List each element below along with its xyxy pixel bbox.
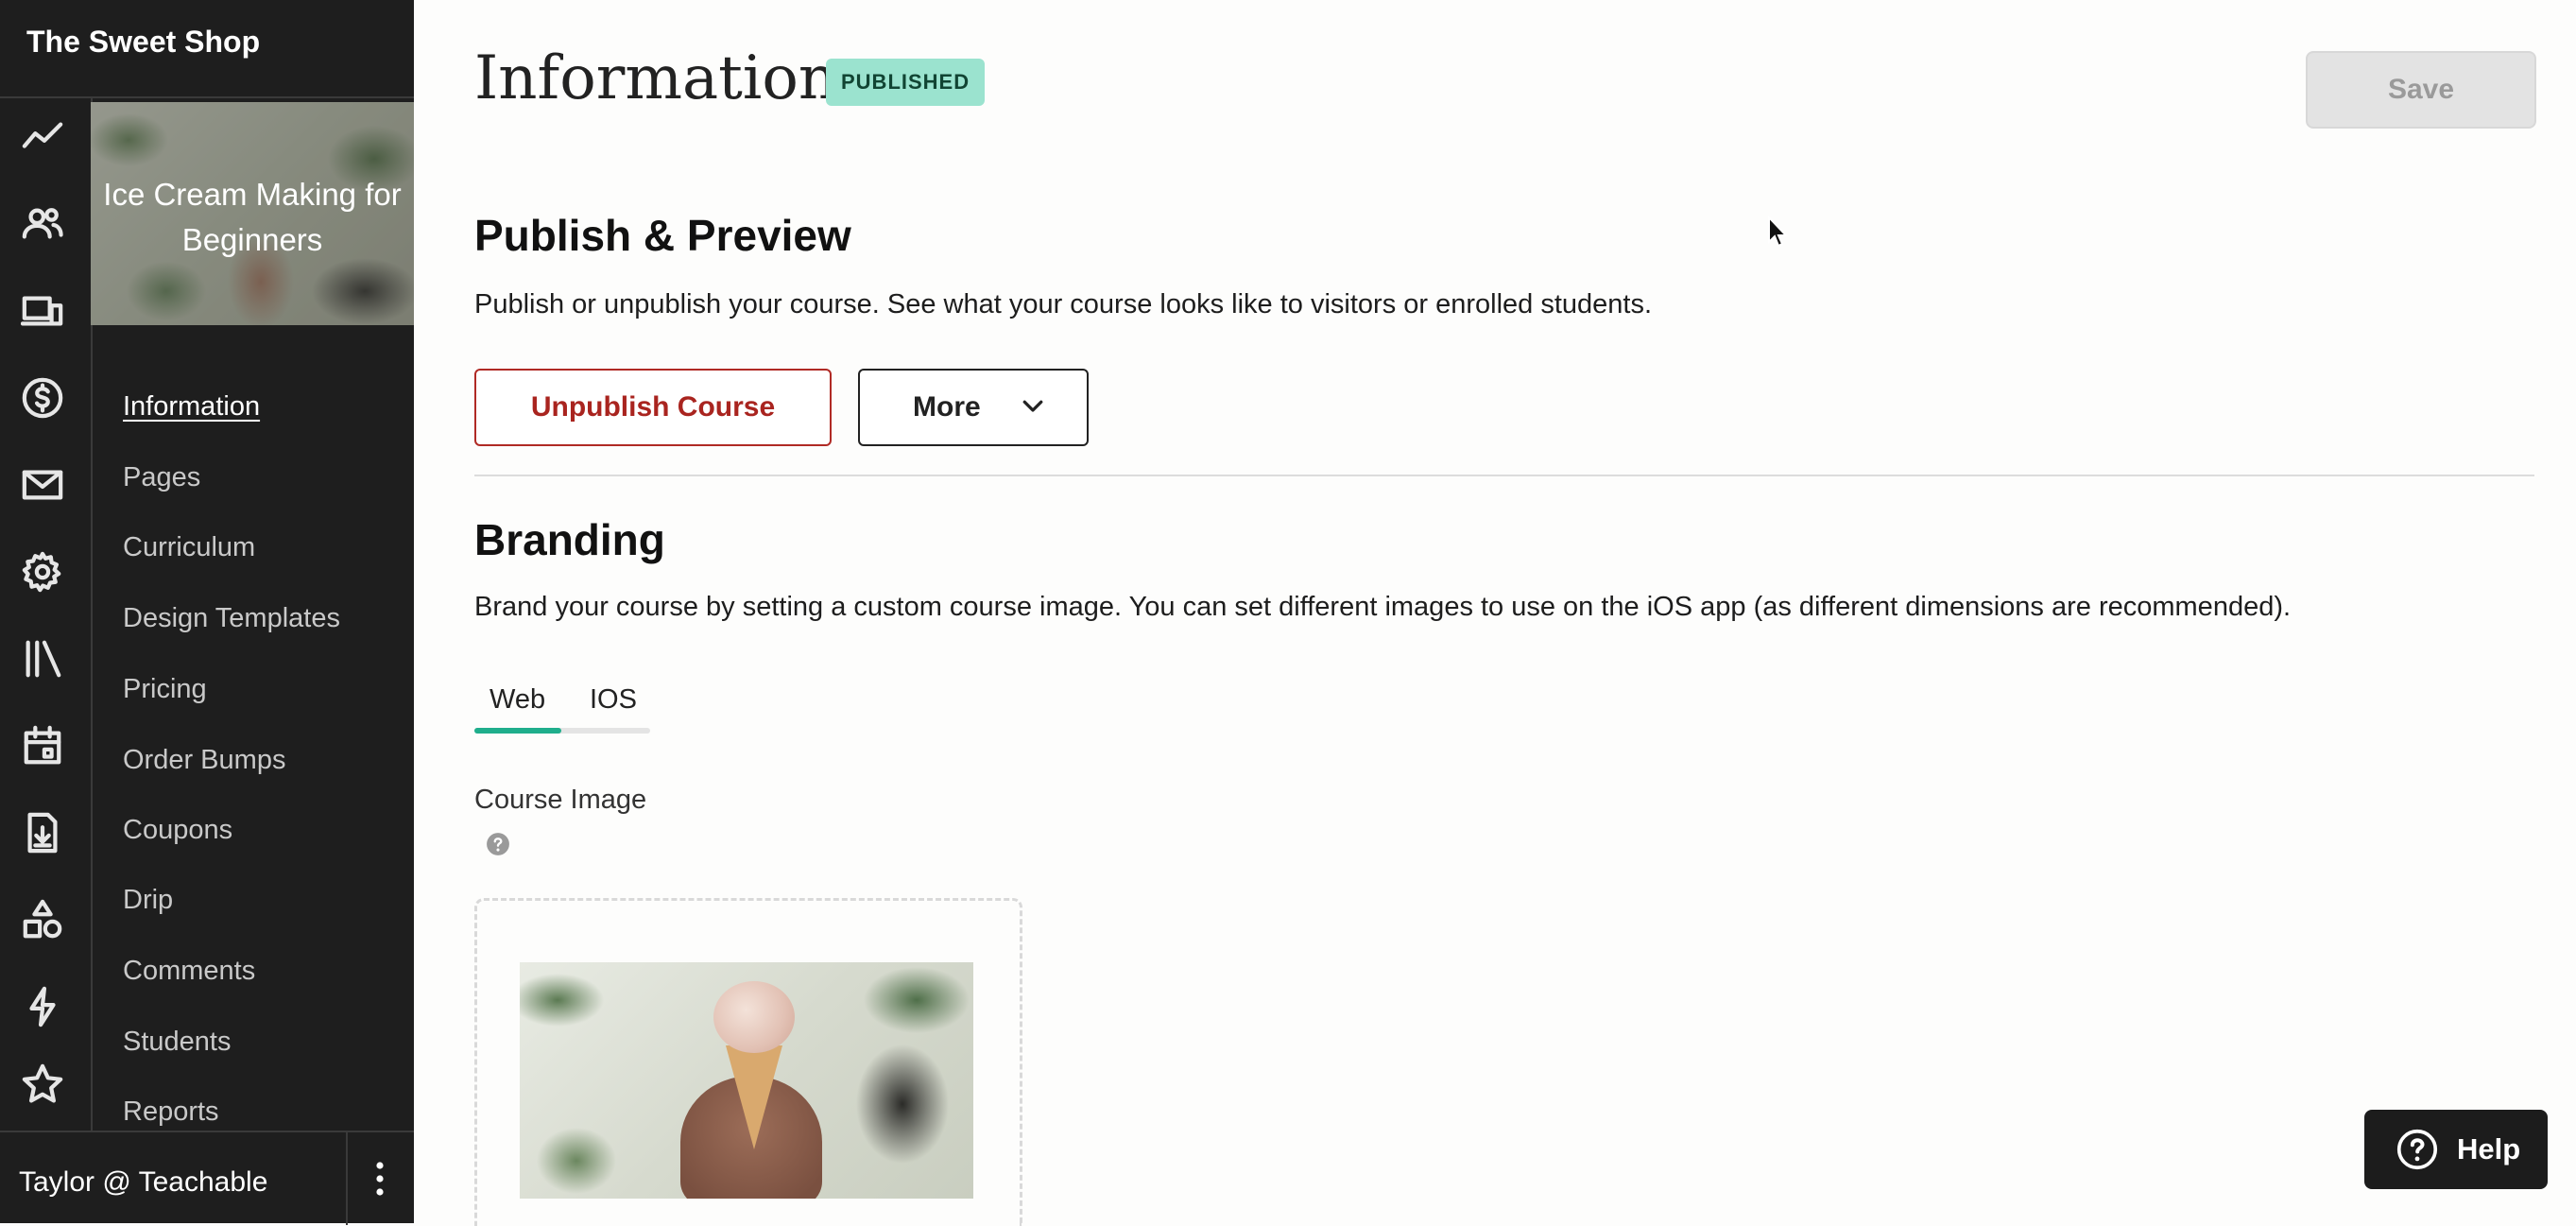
- devices-icon[interactable]: [17, 285, 68, 337]
- analytics-icon[interactable]: [17, 112, 68, 163]
- sidebar-item-curriculum[interactable]: Curriculum: [123, 532, 255, 563]
- mouse-cursor-icon: [1768, 216, 1789, 248]
- shapes-icon[interactable]: [17, 894, 68, 945]
- unpublish-course-button[interactable]: Unpublish Course: [474, 369, 832, 446]
- image-tabs: Web IOS: [474, 679, 650, 737]
- course-card[interactable]: Ice Cream Making for Beginners: [91, 102, 414, 325]
- star-icon[interactable]: [17, 1059, 68, 1110]
- image-scoop: [713, 981, 795, 1053]
- users-icon[interactable]: [17, 199, 68, 250]
- section-divider: [474, 475, 2534, 476]
- sidebar-item-reports[interactable]: Reports: [123, 1096, 219, 1128]
- sidebar-item-pages[interactable]: Pages: [123, 462, 200, 493]
- dollar-icon[interactable]: [17, 372, 68, 423]
- branding-description: Brand your course by setting a custom co…: [474, 592, 2292, 622]
- school-name[interactable]: The Sweet Shop: [26, 25, 260, 60]
- download-doc-icon[interactable]: [17, 807, 68, 858]
- help-label: Help: [2457, 1132, 2521, 1166]
- library-icon[interactable]: [17, 633, 68, 684]
- active-tab-indicator: [474, 728, 561, 734]
- lightning-icon[interactable]: [17, 981, 68, 1032]
- publish-description: Publish or unpublish your course. See wh…: [474, 289, 1653, 319]
- sidebar-item-order-bumps[interactable]: Order Bumps: [123, 745, 285, 776]
- icon-rail: [0, 98, 93, 1131]
- sidebar-item-students[interactable]: Students: [123, 1027, 231, 1058]
- course-image-label: Course Image: [474, 785, 647, 815]
- save-button[interactable]: Save: [2306, 51, 2536, 129]
- question-circle-icon: [2396, 1129, 2438, 1170]
- user-name[interactable]: Taylor @ Teachable: [19, 1166, 267, 1199]
- more-vertical-icon[interactable]: [363, 1157, 397, 1200]
- more-label: More: [913, 391, 981, 423]
- status-badge: PUBLISHED: [826, 59, 986, 106]
- sidebar-footer: Taylor @ Teachable: [0, 1131, 414, 1225]
- sidebar-item-information[interactable]: Information: [123, 391, 260, 423]
- tab-web[interactable]: Web: [489, 684, 545, 716]
- image-cone: [726, 1045, 782, 1149]
- tab-ios[interactable]: IOS: [590, 684, 637, 716]
- page-title: Information: [474, 43, 838, 113]
- sidebar-item-design-templates[interactable]: Design Templates: [123, 603, 340, 634]
- sidebar-item-comments[interactable]: Comments: [123, 956, 255, 987]
- more-dropdown-button[interactable]: More: [858, 369, 1089, 446]
- gear-icon[interactable]: [17, 546, 68, 597]
- calendar-icon[interactable]: [17, 720, 68, 771]
- sidebar-item-drip[interactable]: Drip: [123, 885, 173, 916]
- sidebar: The Sweet Shop Ice Cream Making for Begi…: [0, 0, 414, 1225]
- chevron-down-icon: [1022, 400, 1043, 412]
- course-card-title: Ice Cream Making for Beginners: [103, 177, 402, 257]
- help-button[interactable]: Help: [2364, 1110, 2548, 1189]
- course-image-preview: [520, 962, 973, 1199]
- divider: [346, 1132, 348, 1225]
- publish-heading: Publish & Preview: [474, 211, 851, 260]
- mail-icon[interactable]: [17, 459, 68, 510]
- question-circle-icon[interactable]: [486, 832, 510, 856]
- branding-heading: Branding: [474, 515, 665, 564]
- sidebar-item-coupons[interactable]: Coupons: [123, 815, 232, 846]
- sidebar-item-pricing[interactable]: Pricing: [123, 674, 207, 705]
